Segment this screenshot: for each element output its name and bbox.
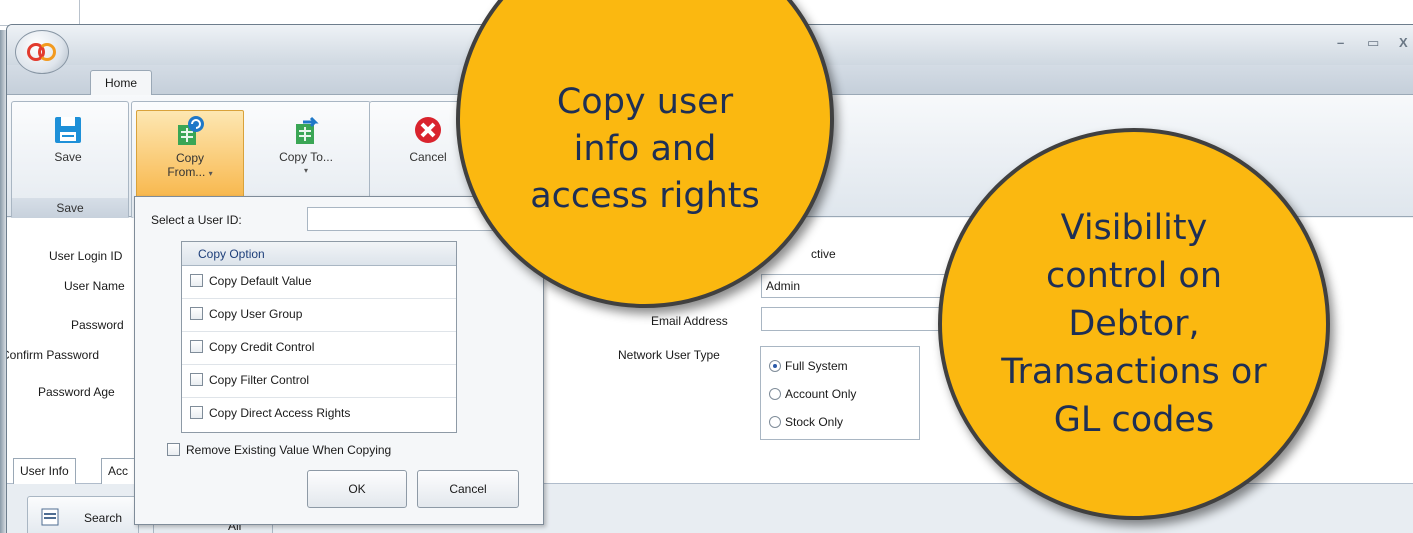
copy-from-button[interactable]: Copy From... ▾ <box>136 110 244 198</box>
search-button[interactable]: Search <box>27 496 139 533</box>
user-name-label: User Name <box>64 279 125 293</box>
copy-option-default-value[interactable]: Copy Default Value <box>182 266 456 299</box>
option-label: Copy User Group <box>209 307 303 321</box>
save-label: Save <box>54 150 82 164</box>
remove-existing-checkbox[interactable]: Remove Existing Value When Copying <box>167 443 391 457</box>
close-button[interactable]: X <box>1399 35 1408 50</box>
checkbox-icon <box>190 340 203 353</box>
radio-label: Full System <box>785 359 848 373</box>
checkbox-icon <box>190 406 203 419</box>
checkbox-icon <box>190 274 203 287</box>
radio-full-system[interactable]: Full System <box>769 359 848 373</box>
option-label: Copy Default Value <box>209 274 312 288</box>
callout-line: access rights <box>530 175 760 216</box>
radio-label: Stock Only <box>785 415 844 429</box>
checkbox-icon <box>190 307 203 320</box>
radio-icon <box>769 416 781 428</box>
callout-line: Transactions or <box>1001 352 1267 392</box>
copy-option-list: Copy Option Copy Default Value Copy User… <box>181 241 457 433</box>
copy-from-label-2: From... <box>167 165 206 179</box>
copy-from-icon <box>178 116 204 145</box>
copy-option-user-group[interactable]: Copy User Group <box>182 299 456 332</box>
callout-line: GL codes <box>1053 400 1215 440</box>
copy-option-header: Copy Option <box>182 242 456 266</box>
copy-option-direct-access-rights[interactable]: Copy Direct Access Rights <box>182 398 456 431</box>
search-icon <box>41 508 59 526</box>
maximize-button[interactable]: ▭ <box>1367 35 1379 51</box>
callout-visibility-control: Visibility control on Debtor, Transactio… <box>938 128 1330 520</box>
tab-access-rights[interactable]: Acc <box>101 458 136 484</box>
popup-cancel-button[interactable]: Cancel <box>417 470 519 508</box>
copy-to-icon <box>296 116 319 144</box>
option-label: Copy Direct Access Rights <box>209 406 351 420</box>
callout-line: Debtor, <box>1068 304 1200 344</box>
chevron-down-icon: ▾ <box>208 169 213 178</box>
copy-option-filter-control[interactable]: Copy Filter Control <box>182 365 456 398</box>
network-user-type-label: Network User Type <box>618 348 720 362</box>
checkbox-icon <box>190 373 203 386</box>
ok-button[interactable]: OK <box>307 470 407 508</box>
option-label: Copy Credit Control <box>209 340 315 354</box>
radio-label: Account Only <box>785 387 857 401</box>
user-login-id-label: User Login ID <box>49 249 123 263</box>
ribbon-group-label: Save <box>12 198 128 218</box>
user-group-field[interactable]: Admin <box>761 274 961 298</box>
checkbox-icon <box>167 443 180 456</box>
cancel-x-icon <box>415 117 441 143</box>
tab-user-info[interactable]: User Info <box>13 458 76 484</box>
radio-selected-icon <box>769 360 781 372</box>
password-label: Password <box>71 318 124 332</box>
tab-home[interactable]: Home <box>90 70 152 96</box>
select-user-id-label: Select a User ID: <box>151 213 242 227</box>
copy-from-label-1: Copy <box>175 151 204 165</box>
minimize-button[interactable]: – <box>1337 35 1344 50</box>
callout-line: control on <box>1045 256 1223 296</box>
radio-account-only[interactable]: Account Only <box>769 387 856 401</box>
radio-icon <box>769 388 781 400</box>
email-address-label: Email Address <box>651 314 728 328</box>
option-label: Copy Filter Control <box>209 373 310 387</box>
application-menu-orb[interactable] <box>15 30 69 74</box>
copy-to-label: Copy To... <box>279 150 333 164</box>
callout-line: Copy user <box>556 81 734 122</box>
search-label: Search <box>84 511 123 525</box>
copy-option-credit-control[interactable]: Copy Credit Control <box>182 332 456 365</box>
ribbon-group-save: Save Save <box>11 101 129 219</box>
password-age-label: Password Age <box>38 385 115 399</box>
floppy-disk-icon <box>55 117 81 143</box>
background-window-tab <box>0 0 80 26</box>
network-user-type-group: Full System Account Only Stock Only <box>760 346 920 440</box>
save-button[interactable]: Save <box>14 110 122 198</box>
email-address-field[interactable] <box>761 307 961 331</box>
active-label: ctive <box>811 247 836 261</box>
copy-to-button[interactable]: Copy To... ▾ <box>252 110 360 198</box>
confirm-password-label: Confirm Password <box>6 348 100 362</box>
remove-existing-label: Remove Existing Value When Copying <box>186 443 392 457</box>
callout-line: Visibility <box>1060 208 1208 248</box>
copy-from-dropdown: Select a User ID: Copy Option Copy Defau… <box>134 196 544 525</box>
radio-stock-only[interactable]: Stock Only <box>769 415 843 429</box>
callout-line: info and <box>573 128 717 169</box>
logo-ring-icon <box>38 43 56 61</box>
chevron-down-icon: ▾ <box>303 166 308 175</box>
